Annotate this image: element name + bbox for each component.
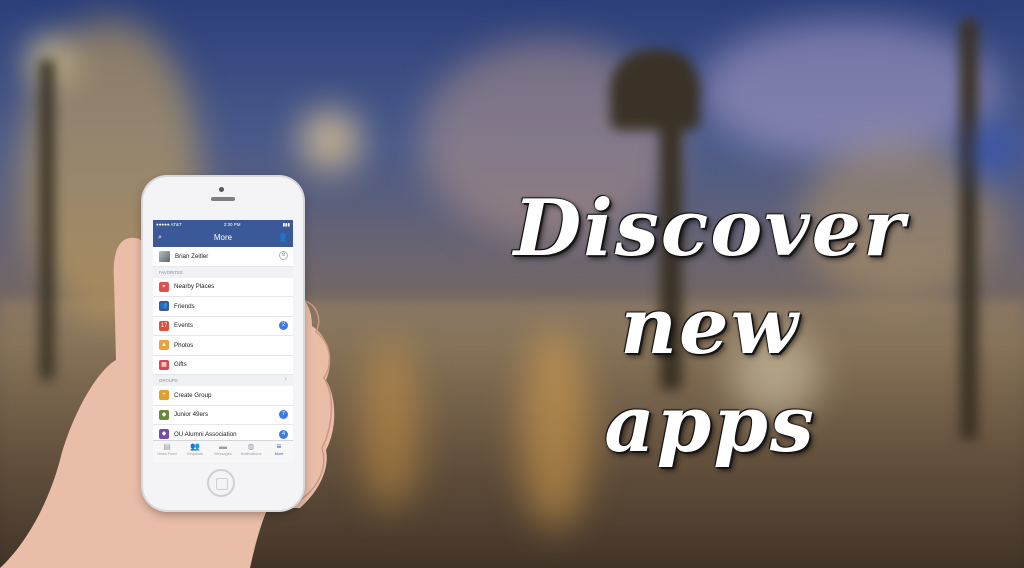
gift-icon: ▦: [159, 359, 169, 370]
carrier-label: ●●●●● AT&T: [156, 222, 182, 227]
tab-messages[interactable]: ▬ Messages: [209, 441, 237, 463]
menu-item-label: Junior 49ers: [174, 411, 209, 419]
gear-icon[interactable]: ⚙: [279, 251, 288, 260]
news-feed-icon: ▤: [163, 442, 171, 451]
map-pin-icon: ⌖: [159, 281, 169, 292]
menu-item-junior-49ers[interactable]: ◆ Junior 49ers 7: [153, 406, 293, 425]
create-group-icon: +: [159, 390, 169, 401]
menu-item-nearby-places[interactable]: ⌖ Nearby Places: [153, 278, 293, 297]
avatar: [159, 250, 170, 262]
menu-item-label: Create Group: [174, 391, 212, 399]
battery-icon: ▮▮▮: [282, 221, 290, 227]
tab-label: More: [274, 452, 284, 456]
nav-title: More: [213, 233, 233, 242]
headline: Discover new apps: [430, 180, 990, 474]
favorites-header-label: FAVORITES: [159, 269, 183, 275]
tab-notifications[interactable]: ◍ Notifications: [237, 441, 265, 463]
home-button[interactable]: [207, 469, 235, 497]
globe-icon: ◍: [247, 442, 255, 451]
tab-requests[interactable]: 👥 Requests: [181, 441, 209, 463]
count-badge: 4: [279, 429, 288, 439]
menu-item-label: Gifts: [174, 361, 187, 369]
tab-label: News Feed: [157, 452, 177, 456]
messages-icon: ▬: [219, 442, 227, 451]
count-badge: 7: [279, 410, 288, 419]
menu-item-label: OU Alumni Association: [174, 430, 237, 438]
calendar-icon: 17: [159, 320, 169, 331]
menu-icon: ≡: [276, 442, 282, 451]
tab-bar: ▤ News Feed 👥 Requests ▬ Messages ◍ Notificatio…: [153, 440, 293, 463]
menu-item-events[interactable]: 17 Events 2: [153, 317, 293, 336]
group-icon: ◆: [159, 409, 169, 420]
tab-label: Messages: [214, 452, 232, 456]
profile-row[interactable]: Brian Zeitler ⚙: [153, 247, 293, 267]
menu-item-label: Friends: [174, 302, 195, 310]
headline-line-2: apps: [604, 379, 816, 470]
clock: 2:30 PM: [223, 222, 241, 227]
menu-item-label: Photos: [174, 341, 194, 349]
tab-more[interactable]: ≡ More: [265, 441, 293, 463]
tab-label: Notifications: [240, 452, 262, 456]
menu-item-gifts[interactable]: ▦ Gifts: [153, 356, 293, 375]
headline-line-1: Discover new: [513, 183, 907, 372]
tab-label: Requests: [186, 452, 204, 456]
group-icon: ◆: [159, 429, 169, 440]
profile-name: Brian Zeitler: [175, 252, 209, 260]
requests-icon: 👥: [190, 442, 200, 451]
status-bar: ●●●●● AT&T 2:30 PM ▮▮▮: [153, 220, 293, 229]
phone-screen: ●●●●● AT&T 2:30 PM ▮▮▮ ⌕ More 👤 Brian Ze…: [153, 220, 293, 463]
menu-item-photos[interactable]: ▲ Photos: [153, 336, 293, 356]
count-badge: 2: [279, 321, 288, 330]
friends-icon: 👥: [159, 301, 169, 312]
friend-requests-icon[interactable]: 👤: [278, 233, 288, 242]
smartphone: ●●●●● AT&T 2:30 PM ▮▮▮ ⌕ More 👤 Brian Ze…: [143, 177, 303, 510]
menu-item-friends[interactable]: 👥 Friends: [153, 297, 293, 317]
front-camera: [219, 187, 224, 192]
photos-icon: ▲: [159, 340, 169, 351]
nav-bar: ⌕ More 👤: [153, 229, 293, 247]
groups-header-label: GROUPS: [159, 378, 178, 383]
groups-header[interactable]: GROUPS ›: [153, 375, 293, 386]
menu-item-label: Nearby Places: [174, 283, 215, 291]
favorites-header: FAVORITES: [153, 266, 293, 278]
chevron-right-icon: ›: [284, 376, 287, 383]
menu-item-create-group[interactable]: + Create Group: [153, 386, 293, 406]
tab-news-feed[interactable]: ▤ News Feed: [153, 441, 181, 463]
menu-item-label: Events: [174, 322, 193, 330]
earpiece-speaker: [211, 197, 235, 201]
